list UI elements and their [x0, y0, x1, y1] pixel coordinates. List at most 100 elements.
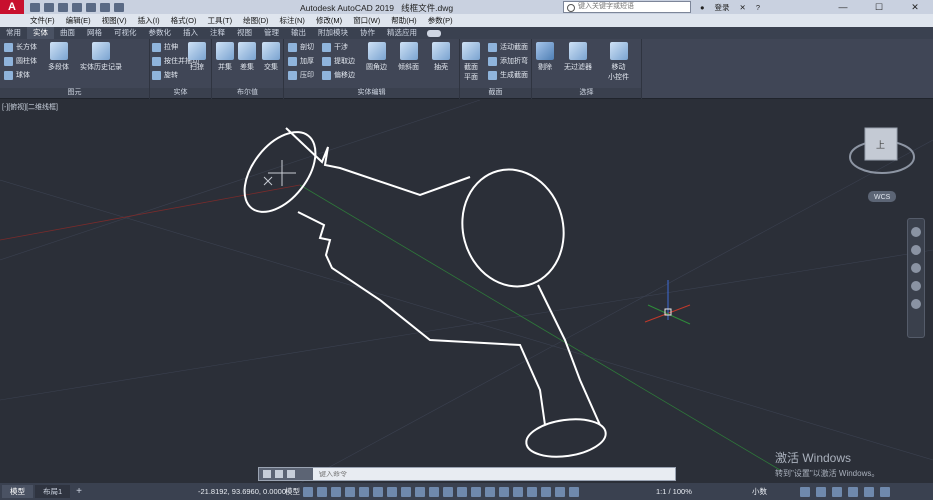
menu-file[interactable]: 文件(F)	[30, 15, 55, 26]
user-icon[interactable]: ●	[700, 3, 705, 12]
menu-parametric[interactable]: 参数(P)	[428, 15, 453, 26]
thicken-button[interactable]: 加厚	[288, 56, 314, 66]
viewcube[interactable]: 上 WCS	[849, 127, 915, 202]
lock-ui-icon[interactable]	[816, 486, 826, 497]
infer-icon[interactable]	[331, 486, 341, 497]
customize-icon[interactable]	[275, 470, 283, 478]
fillet-edge-button[interactable]: 圆角边	[366, 42, 387, 72]
new-icon[interactable]	[30, 2, 40, 12]
search-input[interactable]: 键入关键字或短语	[563, 1, 691, 13]
tab-surface[interactable]: 曲面	[54, 27, 81, 39]
tab-annotate[interactable]: 注释	[204, 27, 231, 39]
taper-faces-button[interactable]: 倾斜面	[398, 42, 419, 72]
showmotion-icon[interactable]	[911, 299, 921, 309]
annotation-visibility-icon[interactable]	[527, 486, 537, 497]
dynamic-input-icon[interactable]	[345, 486, 355, 497]
union-button[interactable]: 并集	[216, 42, 234, 72]
menu-format[interactable]: 格式(O)	[171, 15, 197, 26]
menu-help[interactable]: 帮助(H)	[391, 15, 416, 26]
undo-icon[interactable]	[100, 2, 110, 12]
isodraft-icon[interactable]	[387, 486, 397, 497]
tab-view[interactable]: 视图	[231, 27, 258, 39]
tab-output[interactable]: 输出	[285, 27, 312, 39]
extrude-button[interactable]: 拉伸	[152, 42, 178, 52]
model-space-button[interactable]: 模型	[285, 486, 300, 497]
sweep-button[interactable]: 扫掠	[188, 42, 206, 72]
orbit-icon[interactable]	[911, 281, 921, 291]
close-command-icon[interactable]	[263, 470, 271, 478]
revolve-button[interactable]: 旋转	[152, 70, 178, 80]
save-as-icon[interactable]	[72, 2, 82, 12]
subtract-button[interactable]: 差集	[238, 42, 256, 72]
redo-icon[interactable]	[114, 2, 124, 12]
viewcube-face-top[interactable]: 上	[876, 140, 885, 150]
selection-cycling-icon[interactable]	[457, 486, 467, 497]
tab-visualize[interactable]: 可视化	[108, 27, 143, 39]
plot-icon[interactable]	[86, 2, 96, 12]
ribbon-toggle-icon[interactable]	[427, 29, 441, 37]
grid-icon[interactable]	[303, 486, 313, 497]
shell-button[interactable]: 抽壳	[432, 42, 450, 72]
ortho-icon[interactable]	[359, 486, 369, 497]
open-icon[interactable]	[44, 2, 54, 12]
dynamic-ucs-icon[interactable]	[485, 486, 495, 497]
sphere-button[interactable]: 球体	[4, 70, 30, 80]
menu-edit[interactable]: 编辑(E)	[66, 15, 91, 26]
add-jog-button[interactable]: 添加折弯	[488, 56, 528, 66]
tab-home[interactable]: 常用	[0, 27, 27, 39]
menu-draw[interactable]: 绘图(D)	[243, 15, 268, 26]
clean-screen-icon[interactable]	[864, 486, 874, 497]
lineweight-icon[interactable]	[429, 486, 439, 497]
culling-button[interactable]: 剔除	[536, 42, 554, 72]
tab-model[interactable]: 模型	[2, 485, 33, 498]
box-button[interactable]: 长方体	[4, 42, 37, 52]
selection-filter-icon[interactable]	[499, 486, 509, 497]
slice-button[interactable]: 剖切	[288, 42, 314, 52]
coordinates-readout[interactable]: -21.8192, 93.6960, 0.0000	[198, 487, 286, 496]
tab-insert[interactable]: 插入	[177, 27, 204, 39]
no-filter-button[interactable]: 无过滤器	[564, 42, 592, 72]
units-readout[interactable]: 小数	[752, 486, 767, 497]
offset-edge-button[interactable]: 偏移边	[322, 70, 355, 80]
pan-icon[interactable]	[911, 245, 921, 255]
polysolid-button[interactable]: 多段体	[48, 42, 69, 72]
transparency-icon[interactable]	[443, 486, 453, 497]
autocad-logo-icon[interactable]: A	[0, 0, 24, 14]
annotation-scale-icon[interactable]	[555, 486, 565, 497]
solid-history-button[interactable]: 实体历史记录	[80, 42, 122, 72]
live-section-button[interactable]: 活动截面	[488, 42, 528, 52]
tab-manage[interactable]: 管理	[258, 27, 285, 39]
extract-edges-button[interactable]: 提取边	[322, 56, 355, 66]
customization-icon[interactable]	[880, 486, 890, 497]
menu-modify[interactable]: 修改(M)	[316, 15, 342, 26]
tab-collaborate[interactable]: 协作	[354, 27, 381, 39]
drawing-viewport[interactable]: [-][俯视][二维线框] 上 WCS	[0, 100, 933, 483]
snap-icon[interactable]	[317, 486, 327, 497]
steering-wheel-icon[interactable]	[911, 227, 921, 237]
save-icon[interactable]	[58, 2, 68, 12]
hardware-acceleration-icon[interactable]	[848, 486, 858, 497]
tab-mesh[interactable]: 网格	[81, 27, 108, 39]
imprint-button[interactable]: 压印	[288, 70, 314, 80]
gizmo-icon[interactable]	[513, 486, 523, 497]
recent-commands-icon[interactable]	[287, 470, 295, 478]
help-icon[interactable]: ?	[756, 3, 760, 12]
menu-window[interactable]: 窗口(W)	[353, 15, 380, 26]
polar-icon[interactable]	[373, 486, 383, 497]
tab-featured-apps[interactable]: 精选应用	[381, 27, 423, 39]
login-link[interactable]: 登录	[715, 2, 730, 13]
osnap-icon[interactable]	[415, 486, 425, 497]
menu-insert[interactable]: 插入(I)	[138, 15, 160, 26]
close-icon[interactable]: ✕	[897, 0, 933, 14]
move-gizmo-button[interactable]: 移动 小控件	[608, 42, 629, 82]
command-input[interactable]	[313, 470, 653, 478]
add-layout-icon[interactable]: +	[76, 486, 82, 497]
3d-osnap-icon[interactable]	[471, 486, 481, 497]
section-plane-button[interactable]: 截面 平面	[462, 42, 480, 82]
tab-addins[interactable]: 附加模块	[312, 27, 354, 39]
menu-dimension[interactable]: 标注(N)	[280, 15, 305, 26]
menu-tools[interactable]: 工具(T)	[208, 15, 233, 26]
auto-scale-icon[interactable]	[541, 486, 551, 497]
minimize-icon[interactable]: —	[825, 0, 861, 14]
wcs-label[interactable]: WCS	[874, 194, 891, 201]
